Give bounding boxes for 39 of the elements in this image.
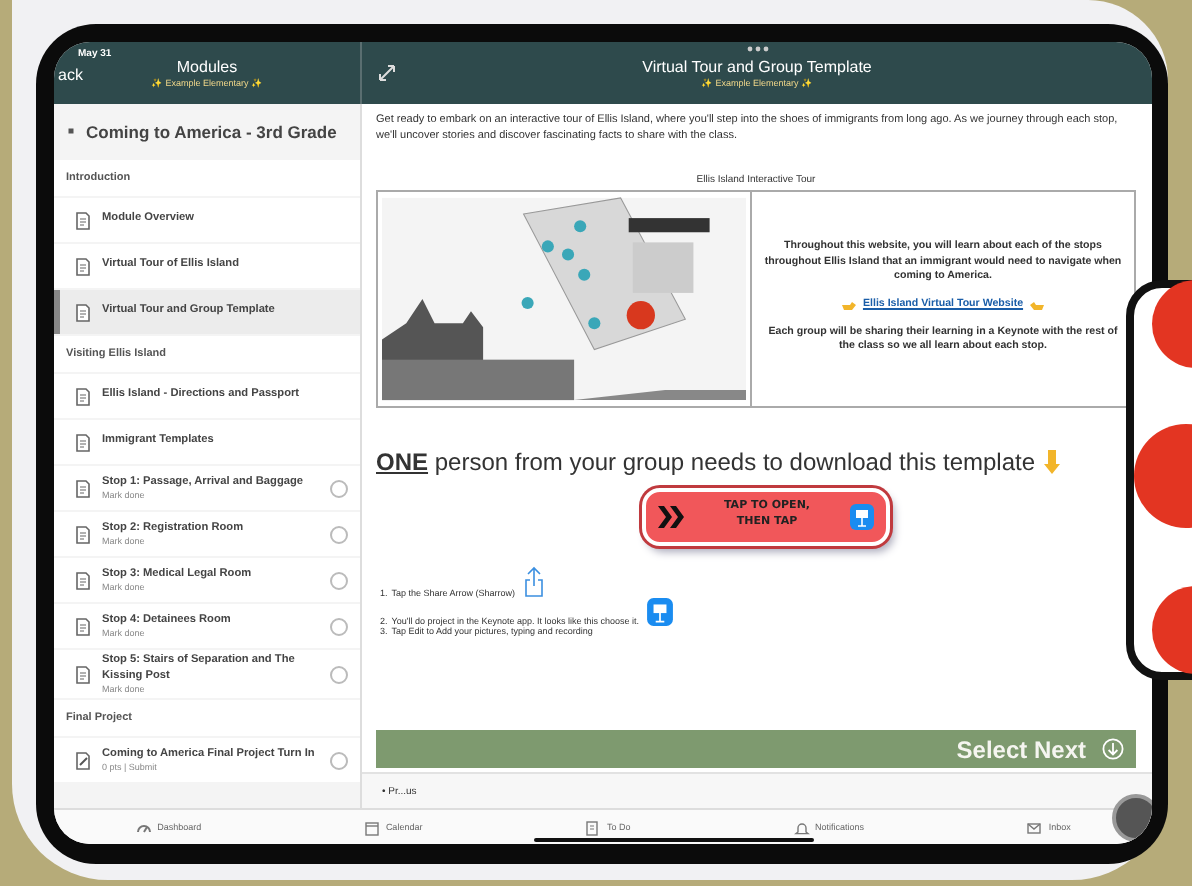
home-indicator[interactable] [534, 838, 814, 842]
done-checkbox[interactable] [330, 479, 348, 497]
download-instruction: ONE person from your group needs to download this template [376, 447, 1036, 475]
done-checkbox[interactable] [330, 571, 348, 589]
document-icon [76, 617, 90, 635]
avatar-icon[interactable] [1112, 794, 1152, 842]
document-icon [76, 257, 90, 275]
share-icon [523, 565, 544, 597]
done-checkbox[interactable] [330, 525, 348, 543]
double-chevron-icon [658, 505, 684, 527]
done-checkbox[interactable] [330, 617, 348, 635]
document-icon [76, 479, 90, 497]
envelope-icon [1026, 819, 1043, 835]
pointing-down-icon [1043, 449, 1060, 473]
back-link[interactable]: ack [58, 66, 83, 84]
document-icon [76, 571, 90, 589]
dashboard-icon [135, 819, 152, 835]
assignment-icon [76, 751, 90, 770]
done-checkbox[interactable] [330, 665, 348, 684]
document-icon [76, 525, 90, 543]
keynote-app-icon [850, 503, 874, 529]
sidebar-title: Modules [176, 58, 238, 76]
calendar-icon [363, 819, 380, 835]
document-icon [76, 665, 90, 684]
document-icon [76, 211, 90, 229]
done-checkbox[interactable] [330, 751, 348, 770]
page-title: Virtual Tour and Group Template [642, 58, 872, 76]
pointing-hand-icon [842, 300, 857, 311]
keynote-app-icon [645, 597, 674, 625]
document-icon [76, 433, 90, 451]
bullet-icon [66, 126, 76, 136]
document-icon [76, 387, 90, 405]
document-icon [76, 303, 90, 321]
clipboard-icon [584, 819, 601, 835]
down-arrow-circle-icon [1102, 738, 1124, 760]
bell-icon [793, 819, 810, 835]
expand-icon[interactable] [378, 64, 396, 82]
multitask-dots-icon[interactable] [745, 46, 769, 52]
pointing-hand-icon [1029, 300, 1044, 311]
